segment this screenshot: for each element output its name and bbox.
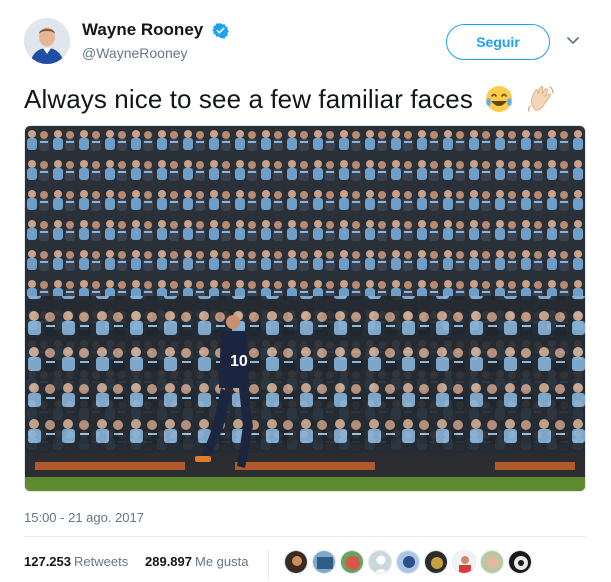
likes-count: 289.897 (145, 554, 192, 569)
stadium-crowd-photo-icon: 10 (25, 126, 585, 491)
waving-hand-emoji-icon (527, 86, 554, 112)
tweet-photo[interactable]: 10 (24, 125, 586, 492)
retweets-count: 127.253 (24, 554, 71, 569)
tears-of-joy-emoji-icon (486, 86, 513, 112)
tweet-timestamp[interactable]: 15:00 - 21 ago. 2017 (24, 510, 144, 525)
likes-label: Me gusta (195, 554, 249, 569)
liker-avatar[interactable] (508, 550, 532, 574)
divider (24, 536, 586, 537)
liker-avatar[interactable] (396, 550, 420, 574)
retweets-label: Retweets (74, 554, 129, 569)
liker-avatar[interactable] (312, 550, 336, 574)
liker-avatar[interactable] (284, 550, 308, 574)
tweet-body: Always nice to see a few familiar faces (24, 84, 473, 114)
liker-avatar[interactable] (368, 550, 392, 574)
display-name[interactable]: Wayne Rooney (82, 20, 203, 40)
svg-text:10: 10 (230, 353, 248, 370)
liker-avatar[interactable] (424, 550, 448, 574)
tweet-text: Always nice to see a few familiar faces (24, 84, 556, 115)
liker-avatar[interactable] (480, 550, 504, 574)
verified-badge-icon (211, 22, 229, 39)
user-handle[interactable]: @WayneRooney (82, 45, 229, 61)
liker-avatar[interactable] (452, 550, 476, 574)
retweets-stat[interactable]: 127.253 Retweets (24, 554, 128, 569)
stats-divider (268, 550, 269, 580)
user-names: Wayne Rooney @WayneRooney (82, 20, 229, 61)
tweet-card: Wayne Rooney @WayneRooney Seguir Always … (0, 0, 611, 582)
follow-button[interactable]: Seguir (446, 24, 550, 60)
likes-stat[interactable]: 289.897 Me gusta (145, 554, 248, 569)
user-avatar[interactable] (24, 18, 70, 64)
tweet-header: Wayne Rooney @WayneRooney Seguir (24, 14, 594, 70)
chevron-down-icon[interactable] (565, 32, 581, 48)
liker-avatar[interactable] (340, 550, 364, 574)
